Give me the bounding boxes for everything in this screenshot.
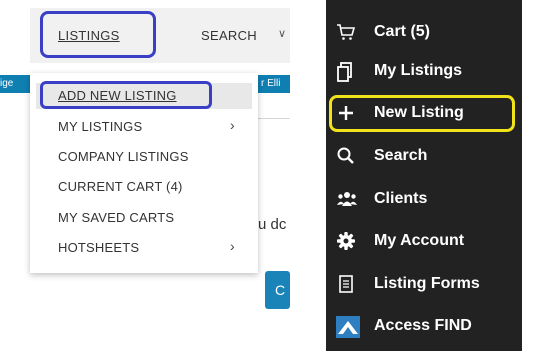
copy-icon [336,61,356,83]
menu-item-my-account[interactable]: My Account [326,227,522,257]
dropdown-item-my-saved-carts[interactable]: MY SAVED CARTS [58,210,174,225]
menu-item-label: Search [374,147,428,164]
background-banner-left: ige [0,75,30,93]
document-icon [336,274,356,296]
find-logo-icon [336,316,360,338]
gear-icon [336,231,356,253]
menu-item-label: My Listings [374,62,463,79]
background-partial-text: u dc [258,216,287,233]
dropdown-item-my-listings[interactable]: MY LISTINGS [58,119,142,134]
menu-item-my-listings[interactable]: My Listings [326,57,522,87]
menu-item-listing-forms[interactable]: Listing Forms [326,270,522,300]
menu-item-label: Listing Forms [374,275,480,292]
dropdown-item-company-listings[interactable]: COMPANY LISTINGS [58,149,189,164]
menu-item-label: My Account [374,232,465,249]
search-icon [336,146,356,168]
nav-search-link[interactable]: SEARCH [201,28,257,43]
desktop-listings-panel: LISTINGS SEARCH ∨ ige r Elli u dc C ADD … [0,0,290,351]
mobile-side-menu: Cart (5) My Listings New Listing Search … [326,0,522,351]
highlight-new-listing-annotation [329,95,515,132]
background-banner-right: r Elli [258,75,290,93]
users-icon [336,189,357,211]
menu-item-access-find[interactable]: Access FIND [326,312,522,342]
background-divider [258,118,290,119]
dropdown-item-hotsheets[interactable]: HOTSHEETS [58,240,139,255]
menu-item-label: Access FIND [374,317,472,334]
cart-icon [336,22,356,44]
background-partial-button[interactable]: C [265,271,290,309]
menu-item-clients[interactable]: Clients [326,185,522,215]
menu-item-label: Clients [374,190,428,207]
menu-item-search[interactable]: Search [326,142,522,172]
menu-item-label: Cart (5) [374,23,431,40]
chevron-right-icon: › [230,117,235,133]
highlight-listings-annotation [40,11,156,58]
dropdown-item-current-cart[interactable]: CURRENT CART (4) [58,179,183,194]
menu-item-cart[interactable]: Cart (5) [326,18,522,48]
chevron-right-icon: › [230,238,235,254]
highlight-add-listing-annotation [40,81,212,109]
chevron-down-icon: ∨ [278,28,287,40]
